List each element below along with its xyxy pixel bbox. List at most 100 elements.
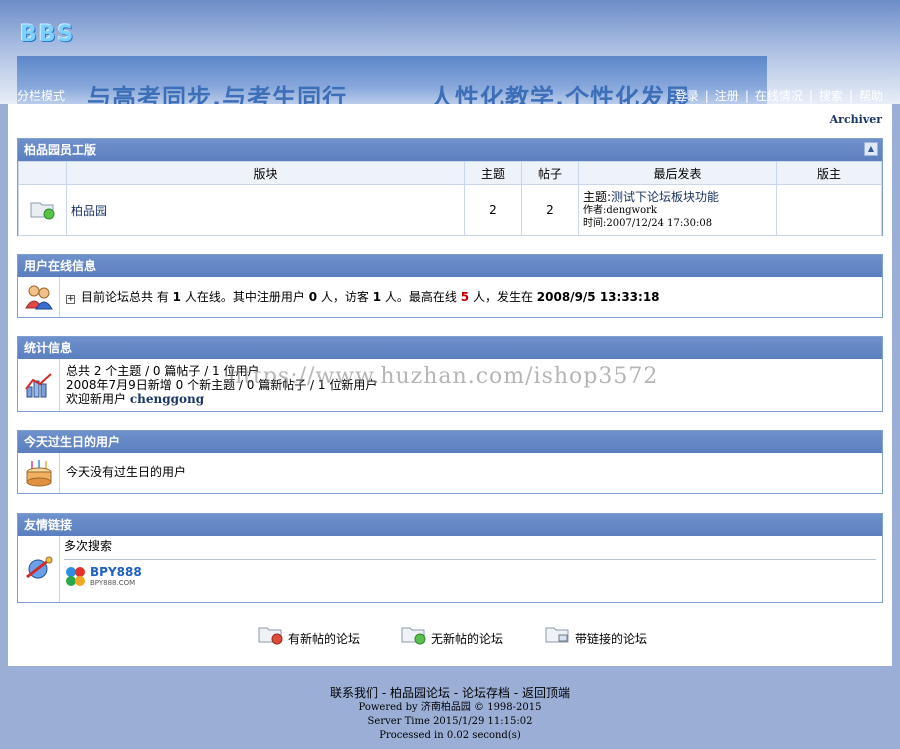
bpy888-logo-icon <box>66 567 85 586</box>
section-title: 柏品园员工版 ▲ <box>18 139 882 161</box>
moderator-cell <box>776 184 882 236</box>
online-max-time: 2008/9/5 13:33:18 <box>536 290 660 304</box>
footer-processed: Processed in 0.02 second(s) <box>379 730 521 741</box>
last-post-topic-link[interactable]: 测试下论坛板块功能 <box>611 190 719 204</box>
bpy888-logo-sub: BPY888.COM <box>90 578 136 587</box>
table-row: 柏品园 2 2 主题:测试下论坛板块功能 作者:dengwork 时间:2007… <box>18 184 882 236</box>
bpy888-logo-text: BPY888 <box>90 564 142 579</box>
folder-new-posts-icon <box>258 627 283 644</box>
legend-new-posts-label: 有新帖的论坛 <box>288 632 361 646</box>
legend-new-posts: 有新帖的论坛 <box>258 622 360 647</box>
legend-link-forum: 带链接的论坛 <box>545 622 647 647</box>
bpy888-logo[interactable]: BPY888 BPY888.COM <box>64 564 148 588</box>
last-post-time: 时间:2007/12/24 17:30:08 <box>583 217 713 229</box>
folder-link-icon <box>545 627 569 642</box>
page-header: BBS 与高考同步,与考生同行 人性化教学,个性化发展 分栏模式 登录 | 注册 | 在… <box>0 0 900 136</box>
column-header-moderator: 版主 <box>776 161 882 185</box>
nav-register[interactable]: 注册 <box>715 89 739 103</box>
footer-powered: Powered by 济南柏品园 © 1998-2015 <box>358 702 542 713</box>
users-online-icon <box>24 285 53 310</box>
birthday-section: 今天过生日的用户 今天没有过生日的用户 <box>17 430 883 494</box>
bpy888-logo-text-block: BPY888 BPY888.COM <box>90 564 142 587</box>
nav-online[interactable]: 在线情况 <box>755 89 803 103</box>
online-text-c: 人，访客 <box>320 290 369 304</box>
online-row: + 目前论坛总共 有 1 人在线。其中注册用户 0 人，访客 1 人。最高在线 5… <box>18 277 882 317</box>
forum-legend: 有新帖的论坛 无新帖的论坛 带链接的论坛 <box>8 618 892 652</box>
archiver-link[interactable]: Archiver <box>830 113 882 126</box>
main-panel: Archiver 柏品园员工版 ▲ 版块 主题 帖子 最后发表 版主 柏品园 2… <box>8 104 892 666</box>
site-logo[interactable]: BBS <box>20 22 75 47</box>
birthday-cake-icon <box>26 460 51 487</box>
icon-cell <box>18 277 60 317</box>
online-text: + 目前论坛总共 有 1 人在线。其中注册用户 0 人，访客 1 人。最高在线 5… <box>60 277 666 317</box>
folder-no-new-icon <box>30 202 54 219</box>
nav-search[interactable]: 搜索 <box>819 89 843 103</box>
birthday-row: 今天没有过生日的用户 <box>18 453 882 493</box>
online-text-b: 人在线。其中注册用户 <box>184 290 305 304</box>
last-post-cell: 主题:测试下论坛板块功能 作者:dengwork 时间:2007/12/24 1… <box>578 184 777 236</box>
birthday-text: 今天没有过生日的用户 <box>66 465 187 479</box>
online-text-d: 人。最高在线 <box>384 290 457 304</box>
icon-column-header <box>18 161 67 185</box>
links-icon <box>25 556 52 579</box>
forum-table: 版块 主题 帖子 最后发表 版主 柏品园 2 2 主题:测试下论坛板块功能 作者… <box>18 161 882 236</box>
column-header-topics: 主题 <box>464 161 522 185</box>
nav-separator: | <box>744 89 749 103</box>
forum-status-cell <box>18 184 67 236</box>
forum-section: 柏品园员工版 ▲ 版块 主题 帖子 最后发表 版主 柏品园 2 2 主题:测试下… <box>17 138 883 236</box>
links-section: 友情链接 多次搜索 BPY888 BPY888.COM <box>17 513 883 603</box>
table-header-row: 版块 主题 帖子 最后发表 版主 <box>18 161 882 185</box>
nav-separator: | <box>808 89 813 103</box>
links-content: 多次搜索 BPY888 BPY888.COM <box>60 536 882 602</box>
nav-separator: | <box>848 89 853 103</box>
footer-links: 联系我们 - 柏品园论坛 - 论坛存档 - 返回顶端 <box>0 686 900 700</box>
nav-help[interactable]: 帮助 <box>859 89 883 103</box>
collapse-icon[interactable]: ▲ <box>864 142 878 156</box>
links-item-text[interactable]: 多次搜索 <box>64 538 876 560</box>
stats-line-2: 2008年7月9日新增 0 个新主题 / 0 篇新帖子 / 1 位新用户 <box>66 378 378 392</box>
legend-no-new-posts: 无新帖的论坛 <box>401 622 503 647</box>
section-title: 今天过生日的用户 <box>18 431 882 453</box>
section-title: 用户在线信息 <box>18 255 882 277</box>
posts-count: 2 <box>521 184 579 236</box>
footer-link-separator: - <box>510 686 522 700</box>
legend-no-new-posts-label: 无新帖的论坛 <box>431 632 504 646</box>
folder-no-new-icon <box>401 627 426 644</box>
icon-cell <box>18 453 60 493</box>
section-title: 友情链接 <box>18 514 882 536</box>
forum-section-title: 柏品园员工版 <box>24 143 97 157</box>
legend-link-forum-label: 带链接的论坛 <box>575 632 648 646</box>
last-post-topic-prefix: 主题: <box>583 189 612 204</box>
nav-login[interactable]: 登录 <box>675 89 699 103</box>
online-registered: 0 <box>308 290 318 304</box>
online-max: 5 <box>460 290 470 304</box>
mode-link[interactable]: 分栏模式 <box>17 87 65 104</box>
footer-link-separator: - <box>450 686 462 700</box>
footer-link-forum[interactable]: 柏品园论坛 <box>390 686 450 700</box>
topics-count: 2 <box>464 184 522 236</box>
online-total: 1 <box>172 290 182 304</box>
icon-cell <box>18 359 60 411</box>
online-text-a: 目前论坛总共 有 <box>81 290 169 304</box>
section-title: 统计信息 <box>18 337 882 359</box>
footer-link-contact[interactable]: 联系我们 <box>330 686 378 700</box>
stats-line-1: 总共 2 个主题 / 0 篇帖子 / 1 位用户 <box>66 364 260 378</box>
forum-name-cell: 柏品园 <box>66 184 465 236</box>
footer-server-time: Server Time 2015/1/29 11:15:02 <box>367 716 533 727</box>
stats-text: 总共 2 个主题 / 0 篇帖子 / 1 位用户 2008年7月9日新增 0 个… <box>60 359 383 411</box>
nav-separator: | <box>704 89 709 103</box>
footer-link-top[interactable]: 返回顶端 <box>522 686 570 700</box>
forum-link[interactable]: 柏品园 <box>71 204 107 218</box>
stats-welcome-label: 欢迎新用户 <box>66 392 127 406</box>
stats-section: 统计信息 总共 2 个主题 / 0 篇帖子 / 1 位用户 2008年7月9日新… <box>17 336 883 412</box>
online-guests: 1 <box>372 290 382 304</box>
icon-cell <box>18 536 60 602</box>
top-nav: 登录 | 注册 | 在线情况 | 搜索 | 帮助 <box>675 87 883 104</box>
footer-link-archive[interactable]: 论坛存档 <box>462 686 510 700</box>
column-header-posts: 帖子 <box>521 161 579 185</box>
footer-link-separator: - <box>378 686 390 700</box>
new-user-link[interactable]: chenggong <box>130 392 204 406</box>
expand-icon[interactable]: + <box>66 295 75 304</box>
last-post-author: 作者:dengwork <box>583 204 657 216</box>
links-row: 多次搜索 BPY888 BPY888.COM <box>18 536 882 602</box>
